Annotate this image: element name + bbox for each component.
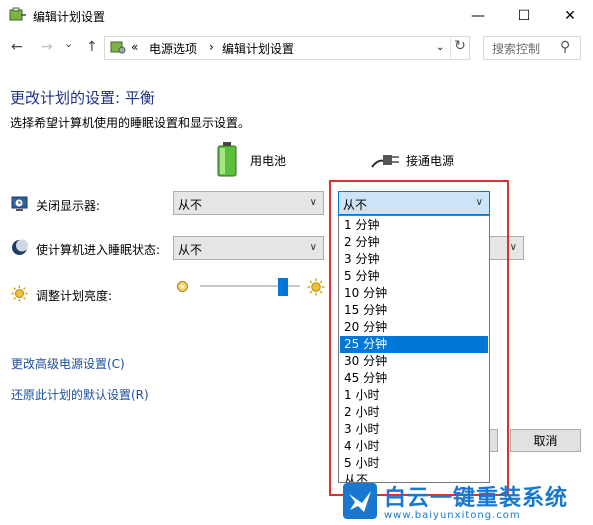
advanced-power-settings-link[interactable]: 更改高级电源设置(C)	[11, 355, 125, 372]
watermark-url: www.baiyunxitong.com	[384, 510, 521, 521]
chevron-down-icon: ∨	[509, 242, 517, 253]
address-bar[interactable]: « 电源选项 › 编辑计划设置 ⌄	[104, 36, 470, 60]
brightness-label: 调整计划亮度:	[36, 289, 113, 303]
bird-logo-icon	[343, 483, 377, 519]
battery-column-label: 用电池	[250, 154, 287, 168]
search-icon[interactable]: ⚲	[560, 39, 570, 55]
minimize-button[interactable]: —	[455, 0, 501, 31]
sleep-battery-select[interactable]: 从不 ∨	[173, 236, 324, 260]
control-panel-icon	[110, 41, 126, 54]
watermark: 白云一键重装系统 www.baiyunxitong.com	[340, 478, 593, 525]
close-icon: ✕	[564, 7, 576, 24]
brightness-low-icon	[177, 281, 188, 292]
search-box[interactable]: 搜索控制 ⚲	[483, 36, 581, 60]
sleep-label: 使计算机进入睡眠状态:	[36, 243, 161, 257]
recent-locations-icon[interactable]: ⌄	[64, 37, 73, 50]
display-off-battery-select[interactable]: 从不 ∨	[173, 191, 324, 215]
close-button[interactable]: ✕	[547, 0, 593, 31]
monitor-clock-icon	[11, 196, 28, 211]
page-subtitle: 选择希望计算机使用的睡眠设置和显示设置。	[10, 116, 251, 130]
refresh-icon[interactable]: ↻	[450, 38, 469, 58]
power-options-icon	[9, 7, 26, 21]
window-title: 编辑计划设置	[33, 10, 106, 24]
battery-icon	[217, 142, 237, 177]
restore-defaults-link[interactable]: 还原此计划的默认设置(R)	[11, 386, 149, 403]
breadcrumb-item-edit-plan[interactable]: 编辑计划设置	[222, 40, 294, 57]
address-dropdown-icon[interactable]: ⌄	[436, 42, 444, 53]
brightness-slider-thumb[interactable]	[278, 278, 288, 296]
breadcrumb-separator-icon[interactable]: ›	[209, 40, 214, 54]
power-plug-icon	[371, 155, 399, 168]
watermark-text: 白云一键重装系统	[384, 486, 569, 511]
breadcrumb-item-power-options[interactable]: 电源选项	[149, 40, 197, 57]
display-off-label: 关闭显示器:	[36, 199, 101, 213]
plugged-in-column-label: 接通电源	[406, 154, 455, 168]
moon-icon	[12, 239, 28, 255]
back-icon[interactable]: ←	[11, 39, 23, 55]
chevron-down-icon: ∨	[309, 197, 317, 208]
cancel-button-label: 取消	[533, 434, 558, 448]
brightness-icon	[11, 285, 28, 302]
maximize-button[interactable]: ☐	[501, 0, 547, 31]
up-icon[interactable]: ↑	[86, 39, 98, 55]
sleep-battery-value: 从不	[178, 243, 203, 257]
page-title: 更改计划的设置: 平衡	[10, 89, 155, 107]
forward-icon[interactable]: →	[41, 39, 53, 55]
title-bar: 编辑计划设置 — ☐ ✕	[0, 0, 593, 31]
chevron-down-icon: ∨	[309, 242, 317, 253]
search-placeholder: 搜索控制	[492, 42, 541, 56]
minimize-icon: —	[471, 7, 485, 24]
highlight-box	[329, 180, 509, 496]
cancel-button[interactable]: 取消	[510, 429, 581, 452]
display-off-battery-value: 从不	[178, 198, 203, 212]
brightness-high-icon	[307, 278, 325, 296]
path-overflow-icon[interactable]: «	[131, 40, 138, 54]
maximize-icon: ☐	[517, 7, 531, 24]
